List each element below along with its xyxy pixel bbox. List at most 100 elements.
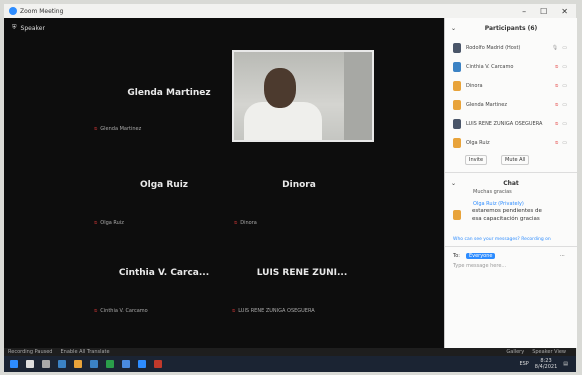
powerpoint-icon[interactable] — [154, 360, 162, 368]
avatar — [453, 99, 461, 110]
participant-tile[interactable]: LUIS RENE ZUNI... ⦸ LUIS RENE ZUNIGA OSE… — [232, 268, 372, 314]
store-icon[interactable] — [90, 360, 98, 368]
notification-icon[interactable]: ▤ — [563, 361, 568, 367]
muted-mic-icon: ⦸ — [555, 120, 559, 127]
to-label: To: — [453, 253, 460, 259]
meeting-view: ⛨ Speaker Glenda Martinez ⦸ Glenda Marti… — [4, 18, 444, 348]
muted-mic-icon: ⦸ — [555, 101, 559, 108]
participant-name: Glenda Martinez — [127, 88, 211, 98]
minimize-button[interactable]: – — [522, 7, 526, 16]
divider — [445, 246, 577, 247]
lang-indicator[interactable]: ESP — [519, 361, 528, 367]
muted-mic-icon: ⦸ — [555, 139, 559, 146]
participant-list-item[interactable]: Olga Ruiz ⦸ ▭ — [445, 133, 577, 152]
chat-visibility-note[interactable]: Who can see your messages? Recording on — [445, 237, 577, 242]
participant-name: Dinora — [282, 180, 316, 190]
video-off-icon: ▭ — [562, 82, 567, 89]
participant-tile[interactable]: Glenda Martinez ⦸ Glenda Martinez — [94, 88, 224, 132]
muted-mic-icon: ⦸ — [555, 63, 559, 70]
participant-status-icons: ⦸ ▭ — [555, 121, 567, 127]
muted-mic-icon: ⦸ — [94, 126, 98, 132]
participant-name: Olga Ruiz — [139, 180, 189, 190]
chat-sender: Olga Ruiz (Privately) — [473, 200, 524, 207]
start-icon[interactable] — [10, 360, 18, 368]
muted-mic-icon: ⦸ — [234, 220, 238, 226]
avatar — [453, 118, 461, 129]
participant-list-item[interactable]: Rodolfo Madrid (Host) 🎙 ▭ — [445, 38, 577, 57]
edge-icon[interactable] — [58, 360, 66, 368]
participant-label: ⦸ Glenda Martinez — [94, 126, 142, 132]
participant-status-icons: ⦸ ▭ — [555, 102, 567, 108]
clock[interactable]: 8:23 8/4/2021 — [535, 358, 557, 370]
participant-name: Cinthia V. Carca... — [118, 268, 210, 278]
participant-list-item[interactable]: Dinora ⦸ ▭ — [445, 76, 577, 95]
folder-icon[interactable] — [74, 360, 82, 368]
chat-input[interactable]: Type message here... — [445, 263, 577, 269]
participant-name: LUIS RENE ZUNI... — [256, 268, 348, 278]
chat-message: estaremos pendientes de esa capacitación… — [445, 208, 577, 223]
divider — [445, 172, 577, 173]
participants-title: Participants (6) — [484, 24, 538, 32]
search-icon[interactable] — [26, 360, 34, 368]
muted-mic-icon: ⦸ — [232, 308, 236, 314]
participant-actions: Invite Mute All — [445, 152, 577, 168]
muted-mic-icon: ⦸ — [555, 82, 559, 89]
video-person-head — [264, 68, 296, 108]
participant-tile[interactable]: Dinora ⦸ Dinora — [234, 180, 334, 226]
view-label[interactable]: ⛨ Speaker — [12, 24, 45, 32]
close-button[interactable]: ✕ — [561, 7, 568, 16]
view-label-text: Speaker — [20, 24, 45, 32]
active-video-tile[interactable] — [232, 50, 374, 142]
windows-taskbar: ESP 8:23 8/4/2021 ▤ — [4, 356, 576, 372]
invite-button[interactable]: Invite — [465, 155, 488, 165]
mic-icon: 🎙 — [551, 44, 559, 51]
video-off-icon: ▭ — [562, 63, 567, 70]
side-panel: ⌄ Participants (6) Rodolfo Madrid (Host)… — [444, 18, 577, 348]
video-door — [344, 52, 372, 140]
chevron-down-icon[interactable]: ⌄ — [451, 180, 456, 187]
shield-icon: ⛨ — [12, 24, 17, 31]
video-off-icon: ▭ — [562, 101, 567, 108]
participant-label: ⦸ LUIS RENE ZUNIGA OSEGUERA — [232, 308, 315, 314]
chrome-icon[interactable] — [122, 360, 130, 368]
avatar — [453, 42, 461, 53]
chevron-down-icon[interactable]: ⌄ — [451, 25, 456, 32]
participant-label: ⦸ Olga Ruiz — [94, 220, 124, 226]
mute-all-button[interactable]: Mute All — [501, 155, 530, 165]
participant-label: ⦸ Dinora — [234, 220, 257, 226]
excel-icon[interactable] — [106, 360, 114, 368]
maximize-button[interactable]: ☐ — [540, 7, 547, 16]
speaker-view-button[interactable]: Speaker View — [532, 349, 566, 355]
chat-message-text: estaremos pendientes de esa capacitación… — [472, 208, 542, 222]
participant-status-icons: 🎙 ▭ — [552, 45, 567, 51]
chat-header: ⌄ Chat — [445, 177, 577, 189]
chat-recipient: To: Everyone ⋯ — [445, 253, 577, 259]
video-off-icon: ▭ — [562, 120, 567, 127]
task-view-icon[interactable] — [42, 360, 50, 368]
participant-label: ⦸ Cinthia V. Carcamo — [94, 308, 148, 314]
participant-list-item[interactable]: Glenda Martinez ⦸ ▭ — [445, 95, 577, 114]
window-title: Zoom Meeting — [20, 7, 64, 15]
chat-previous-message: Muchas gracias — [473, 189, 512, 195]
participant-tile[interactable]: Olga Ruiz ⦸ Olga Ruiz — [94, 180, 204, 226]
zoom-app-icon — [9, 7, 17, 15]
recipient-dropdown[interactable]: Everyone — [465, 253, 496, 259]
participant-tile[interactable]: Cinthia V. Carca... ⦸ Cinthia V. Carcamo — [94, 268, 224, 314]
participant-list-item[interactable]: Cinthia V. Carcamo ⦸ ▭ — [445, 57, 577, 76]
zoom-icon[interactable] — [138, 360, 146, 368]
participant-status-icons: ⦸ ▭ — [555, 64, 567, 70]
avatar — [453, 80, 461, 91]
muted-mic-icon: ⦸ — [94, 220, 98, 226]
avatar — [453, 137, 461, 148]
participant-status-icons: ⦸ ▭ — [555, 83, 567, 89]
participant-list-item[interactable]: LUIS RENE ZUNIGA OSEGUERA ⦸ ▭ — [445, 114, 577, 133]
video-off-icon: ▭ — [562, 139, 567, 146]
chat-title: Chat — [503, 179, 519, 187]
window-controls: – ☐ ✕ — [522, 7, 576, 16]
gallery-view-button[interactable]: Gallery — [506, 349, 524, 355]
file-icon[interactable]: ⋯ — [560, 253, 565, 259]
status-left-2[interactable]: Enable All Translate — [60, 349, 109, 355]
status-left-1[interactable]: Recording Paused — [8, 349, 52, 355]
avatar — [453, 210, 461, 220]
participant-status-icons: ⦸ ▭ — [555, 140, 567, 146]
